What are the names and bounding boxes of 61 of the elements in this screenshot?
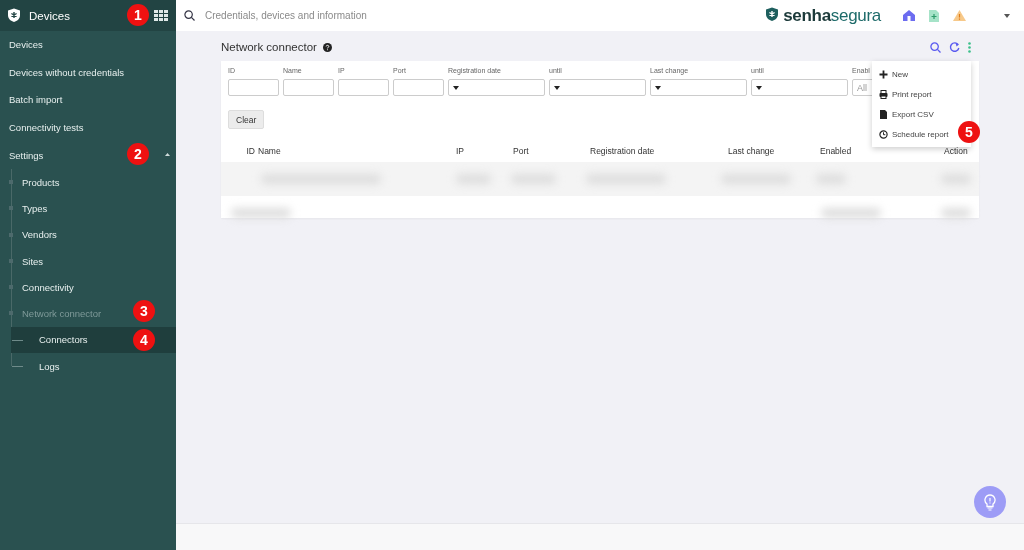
help-icon[interactable] xyxy=(322,42,332,52)
caret-down-icon xyxy=(756,85,762,90)
column-header: Action xyxy=(944,146,969,156)
column-header: Name xyxy=(258,146,282,156)
clock-icon xyxy=(879,129,888,139)
column-header: ID xyxy=(245,146,256,156)
sidebar-item[interactable]: Products xyxy=(22,176,60,188)
sidebar-item[interactable]: Devices without credentials xyxy=(9,66,125,78)
sidebar-item[interactable]: Batch import xyxy=(9,94,63,106)
menu-item[interactable]: New xyxy=(872,64,910,84)
sidebar-item[interactable]: Vendors xyxy=(22,229,57,241)
date-dropdown[interactable] xyxy=(448,79,545,96)
sidebar-item[interactable]: Types xyxy=(22,202,48,214)
shield-logo-icon xyxy=(7,8,21,23)
search-icon xyxy=(184,10,195,21)
sidebar-item[interactable]: Logs xyxy=(39,360,60,372)
column-header: Registration date xyxy=(590,146,656,156)
blurred-text xyxy=(821,208,881,218)
column-header: Enabled xyxy=(820,146,853,156)
plus-icon xyxy=(879,69,888,79)
sidebar-item[interactable]: Connectors xyxy=(39,334,88,346)
filter-field[interactable] xyxy=(338,79,389,96)
sidebar-item[interactable]: Devices xyxy=(9,39,43,51)
column-header: Last change xyxy=(728,146,776,156)
filter-field[interactable] xyxy=(393,79,444,96)
caret-down-icon[interactable] xyxy=(1004,13,1010,18)
home-icon[interactable] xyxy=(903,10,915,21)
page-title: Network connector xyxy=(221,41,317,53)
date-dropdown[interactable] xyxy=(751,79,848,96)
column-header: IP xyxy=(456,146,466,156)
blurred-text xyxy=(941,208,971,218)
sidebar-title: Devices xyxy=(29,9,70,22)
sidebar-item[interactable]: Connectivity xyxy=(22,281,74,293)
sidebar-item[interactable]: Sites xyxy=(22,255,44,267)
menu-item[interactable]: Print report xyxy=(872,84,934,104)
search-icon[interactable] xyxy=(930,41,941,53)
search-field[interactable]: Credentials, devices and information xyxy=(203,9,507,22)
file-icon xyxy=(879,109,888,119)
caret-down-icon xyxy=(453,85,459,90)
filter-field[interactable] xyxy=(228,79,279,96)
blurred-text xyxy=(231,208,291,218)
date-dropdown[interactable] xyxy=(650,79,747,96)
caret-down-icon xyxy=(554,85,560,90)
kebab-menu-icon[interactable] xyxy=(968,41,971,53)
lightbulb-icon xyxy=(984,493,996,511)
clear-button[interactable]: Clear xyxy=(228,110,265,129)
date-dropdown[interactable] xyxy=(549,79,646,96)
add-file-icon[interactable] xyxy=(929,9,939,22)
brand-logo: senhasegura xyxy=(783,5,881,26)
tips-button[interactable] xyxy=(974,486,1006,518)
printer-icon xyxy=(879,89,888,99)
filter-field[interactable] xyxy=(283,79,334,96)
warning-icon[interactable] xyxy=(953,10,966,21)
caret-down-icon xyxy=(655,85,661,90)
menu-item[interactable]: Schedule report xyxy=(872,124,951,144)
column-header: Port xyxy=(513,146,530,156)
apps-grid-icon[interactable] xyxy=(154,10,168,21)
sidebar-item[interactable]: Connectivity tests xyxy=(9,122,84,134)
menu-item[interactable]: Export CSV xyxy=(872,104,936,124)
sidebar-item[interactable]: Settings xyxy=(9,149,44,161)
refresh-icon[interactable] xyxy=(949,41,960,53)
